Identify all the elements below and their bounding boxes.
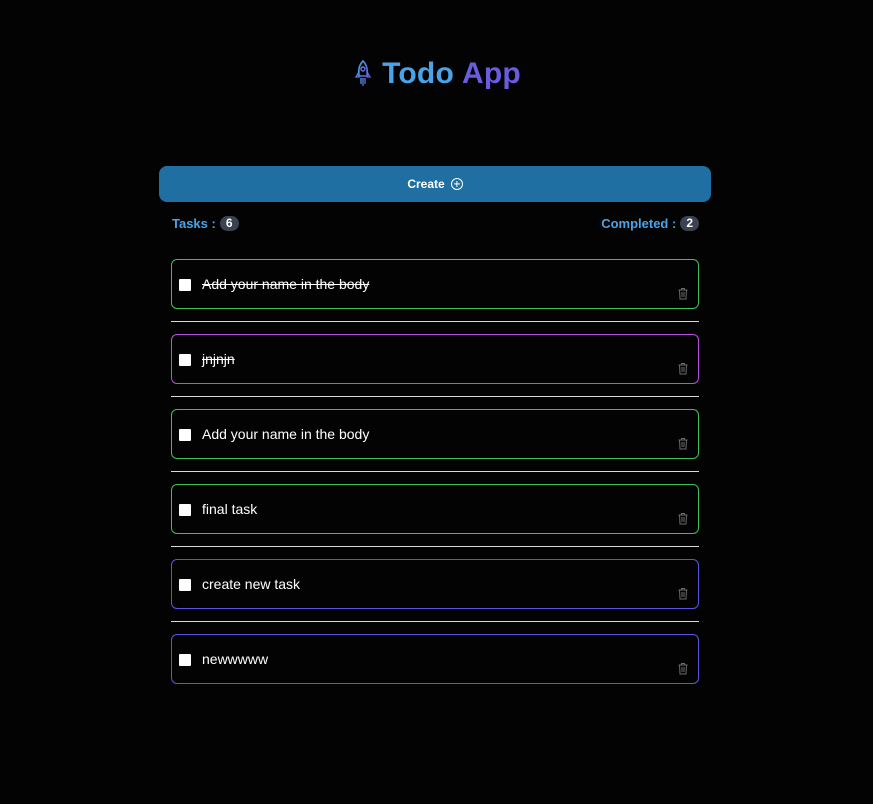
app-header: Todo App bbox=[0, 56, 873, 92]
divider bbox=[171, 396, 699, 397]
rocket-icon bbox=[352, 58, 374, 90]
task-card: Add your name in the body bbox=[171, 259, 699, 309]
task-text: final task bbox=[202, 501, 258, 517]
task-text: newwwww bbox=[202, 651, 269, 667]
task-card: newwwww bbox=[171, 634, 699, 684]
trash-icon[interactable] bbox=[677, 587, 689, 600]
task-card: Add your name in the body bbox=[171, 409, 699, 459]
trash-icon[interactable] bbox=[677, 287, 689, 300]
task-item: final task bbox=[171, 484, 699, 559]
task-checkbox[interactable] bbox=[179, 504, 191, 516]
trash-icon[interactable] bbox=[677, 437, 689, 450]
task-checkbox[interactable] bbox=[179, 579, 191, 591]
divider bbox=[171, 546, 699, 547]
trash-icon[interactable] bbox=[677, 512, 689, 525]
task-text: Add your name in the body bbox=[202, 276, 370, 292]
task-item: create new task bbox=[171, 559, 699, 634]
completed-stat: Completed : 2 bbox=[601, 216, 699, 231]
task-text: Add your name in the body bbox=[202, 426, 370, 442]
task-stats: Tasks : 6 Completed : 2 bbox=[172, 216, 699, 231]
task-checkbox[interactable] bbox=[179, 279, 191, 291]
task-card: final task bbox=[171, 484, 699, 534]
title-word-todo: Todo bbox=[382, 57, 454, 90]
divider bbox=[171, 621, 699, 622]
tasks-stat: Tasks : 6 bbox=[172, 216, 239, 231]
task-item: jnjnjn bbox=[171, 334, 699, 409]
task-checkbox[interactable] bbox=[179, 354, 191, 366]
tasks-label: Tasks : bbox=[172, 216, 216, 231]
divider bbox=[171, 471, 699, 472]
trash-icon[interactable] bbox=[677, 362, 689, 375]
title-word-app: App bbox=[461, 57, 521, 90]
completed-count-badge: 2 bbox=[680, 216, 699, 231]
task-checkbox[interactable] bbox=[179, 429, 191, 441]
task-item: Add your name in the body bbox=[171, 259, 699, 334]
page-title: Todo App bbox=[382, 56, 521, 92]
task-card: jnjnjn bbox=[171, 334, 699, 384]
tasks-count-badge: 6 bbox=[219, 216, 239, 231]
create-button[interactable]: Create bbox=[159, 166, 711, 202]
trash-icon[interactable] bbox=[677, 662, 689, 675]
task-text: jnjnjn bbox=[202, 351, 235, 367]
task-text: create new task bbox=[202, 576, 301, 592]
task-checkbox[interactable] bbox=[179, 654, 191, 666]
create-button-label: Create bbox=[407, 177, 445, 191]
task-card: create new task bbox=[171, 559, 699, 609]
plus-circle-icon bbox=[450, 178, 463, 190]
completed-label: Completed : bbox=[601, 216, 677, 231]
task-item: Add your name in the body bbox=[171, 409, 699, 484]
task-item: newwwww bbox=[171, 634, 699, 709]
task-list: Add your name in the body jnjnjn Add you… bbox=[171, 259, 699, 709]
divider bbox=[171, 321, 699, 322]
